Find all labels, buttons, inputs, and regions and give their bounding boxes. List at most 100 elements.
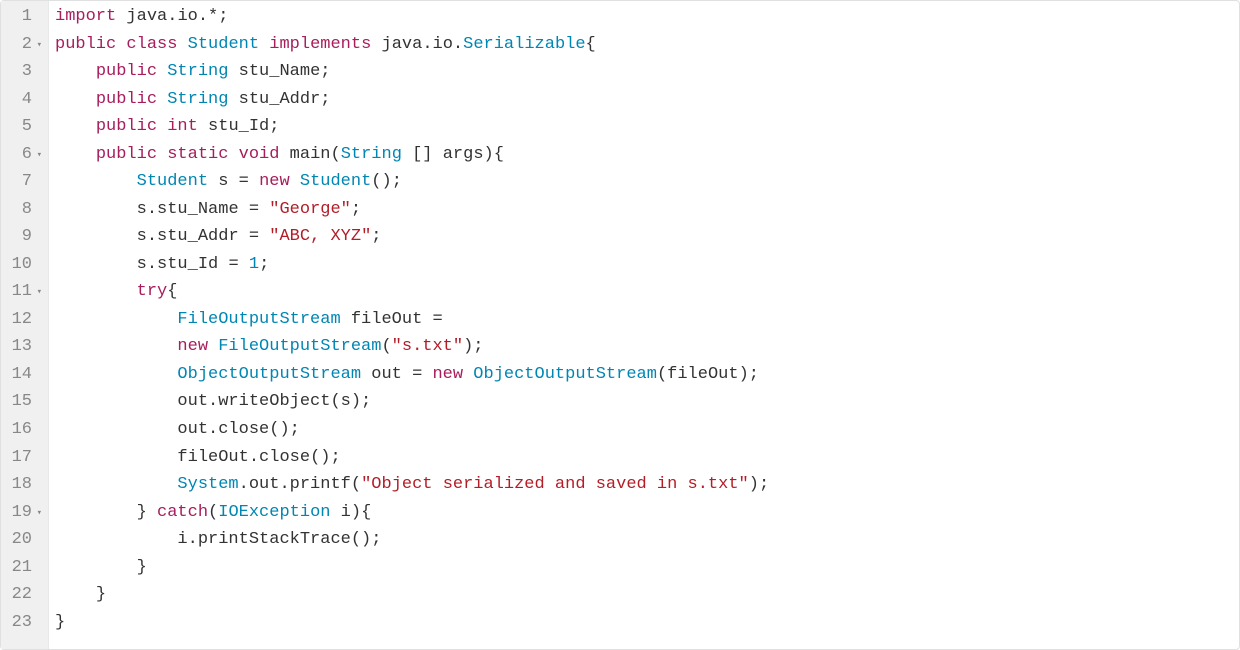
- token-str: "ABC, XYZ": [269, 227, 371, 246]
- token-ws: [116, 35, 126, 54]
- code-line[interactable]: public String stu_Name;: [55, 58, 1239, 86]
- token-ws: [55, 530, 177, 549]
- line-number: 15: [12, 388, 32, 416]
- token-ws: [208, 172, 218, 191]
- token-kw: import: [55, 7, 116, 26]
- token-punc: []: [402, 145, 443, 164]
- token-num: 1: [249, 255, 259, 274]
- token-ws: [55, 62, 96, 81]
- token-ws: [55, 420, 177, 439]
- token-ws: [55, 282, 137, 301]
- code-area[interactable]: import java.io.*;public class Student im…: [49, 1, 1239, 649]
- token-kw: new: [177, 337, 208, 356]
- token-punc: (: [657, 365, 667, 384]
- token-punc: }: [137, 503, 157, 522]
- code-line[interactable]: }: [55, 554, 1239, 582]
- token-punc: .: [279, 475, 289, 494]
- token-punc: ){: [351, 503, 371, 522]
- code-line[interactable]: }: [55, 609, 1239, 637]
- token-ident: stu_Name: [157, 200, 239, 219]
- line-number: 8: [22, 196, 32, 224]
- code-line[interactable]: ObjectOutputStream out = new ObjectOutpu…: [55, 361, 1239, 389]
- gutter-row: 9: [11, 223, 42, 251]
- code-line[interactable]: s.stu_Id = 1;: [55, 251, 1239, 279]
- code-line[interactable]: Student s = new Student();: [55, 168, 1239, 196]
- code-line[interactable]: } catch(IOException i){: [55, 499, 1239, 527]
- token-punc: (: [381, 337, 391, 356]
- token-kw: public: [96, 62, 157, 81]
- token-kw: class: [126, 35, 177, 54]
- code-line[interactable]: FileOutputStream fileOut =: [55, 306, 1239, 334]
- line-number: 23: [12, 609, 32, 637]
- token-pkg: java: [382, 35, 423, 54]
- token-punc: }: [96, 585, 106, 604]
- code-line[interactable]: public static void main(String [] args){: [55, 141, 1239, 169]
- token-punc: .: [147, 227, 157, 246]
- token-punc: .: [422, 35, 432, 54]
- token-punc: .: [249, 448, 259, 467]
- token-ident: i: [341, 503, 351, 522]
- token-punc: ();: [351, 530, 382, 549]
- line-number: 16: [12, 416, 32, 444]
- line-number: 12: [12, 306, 32, 334]
- token-ident: out: [177, 420, 208, 439]
- token-punc: =: [422, 310, 442, 329]
- code-line[interactable]: i.printStackTrace();: [55, 526, 1239, 554]
- gutter-row: 6▾: [11, 141, 42, 169]
- token-ws: [463, 365, 473, 384]
- token-type: FileOutputStream: [177, 310, 340, 329]
- token-punc: }: [137, 558, 147, 577]
- fold-toggle-icon[interactable]: ▾: [34, 285, 42, 300]
- token-ws: [228, 62, 238, 81]
- gutter-row: 16: [11, 416, 42, 444]
- token-str: "George": [269, 200, 351, 219]
- code-line[interactable]: s.stu_Name = "George";: [55, 196, 1239, 224]
- token-punc: ){: [484, 145, 504, 164]
- token-ident: s: [137, 200, 147, 219]
- token-ws: [55, 227, 137, 246]
- token-ident: fileOut: [177, 448, 248, 467]
- token-punc: .: [208, 392, 218, 411]
- code-line[interactable]: try{: [55, 278, 1239, 306]
- token-ws: [198, 117, 208, 136]
- token-ws: [55, 558, 137, 577]
- code-line[interactable]: public int stu_Id;: [55, 113, 1239, 141]
- code-line[interactable]: new FileOutputStream("s.txt");: [55, 333, 1239, 361]
- token-meth: printf: [290, 475, 351, 494]
- code-line[interactable]: out.writeObject(s);: [55, 388, 1239, 416]
- token-punc: );: [739, 365, 759, 384]
- token-kw: public: [96, 145, 157, 164]
- fold-toggle-icon[interactable]: ▾: [34, 506, 42, 521]
- token-ws: [279, 145, 289, 164]
- code-line[interactable]: System.out.printf("Object serialized and…: [55, 471, 1239, 499]
- gutter-row: 17: [11, 444, 42, 472]
- token-ident: out: [249, 475, 280, 494]
- fold-toggle-icon[interactable]: ▾: [34, 148, 42, 163]
- fold-toggle-icon[interactable]: ▾: [34, 38, 42, 53]
- token-ws: [371, 35, 381, 54]
- code-line[interactable]: }: [55, 581, 1239, 609]
- token-ws: [157, 90, 167, 109]
- code-line[interactable]: s.stu_Addr = "ABC, XYZ";: [55, 223, 1239, 251]
- token-kw: public: [55, 35, 116, 54]
- gutter-row: 22: [11, 581, 42, 609]
- token-type: Student: [137, 172, 208, 191]
- token-punc: ();: [310, 448, 341, 467]
- line-number: 18: [12, 471, 32, 499]
- token-ident: fileOut: [667, 365, 738, 384]
- code-line[interactable]: public class Student implements java.io.…: [55, 31, 1239, 59]
- token-kw: new: [259, 172, 290, 191]
- token-type: String: [167, 90, 228, 109]
- token-ws: [55, 503, 137, 522]
- token-str: "Object serialized and saved in s.txt": [361, 475, 749, 494]
- gutter-row: 12: [11, 306, 42, 334]
- token-punc: =: [218, 255, 249, 274]
- code-editor[interactable]: 1 2▾3 4 5 6▾7 8 9 10 11▾12 13 14 15 16 1…: [0, 0, 1240, 650]
- token-punc: );: [463, 337, 483, 356]
- code-line[interactable]: fileOut.close();: [55, 444, 1239, 472]
- code-line[interactable]: public String stu_Addr;: [55, 86, 1239, 114]
- code-line[interactable]: out.close();: [55, 416, 1239, 444]
- code-line[interactable]: import java.io.*;: [55, 3, 1239, 31]
- line-number: 14: [12, 361, 32, 389]
- token-pkg: io: [433, 35, 453, 54]
